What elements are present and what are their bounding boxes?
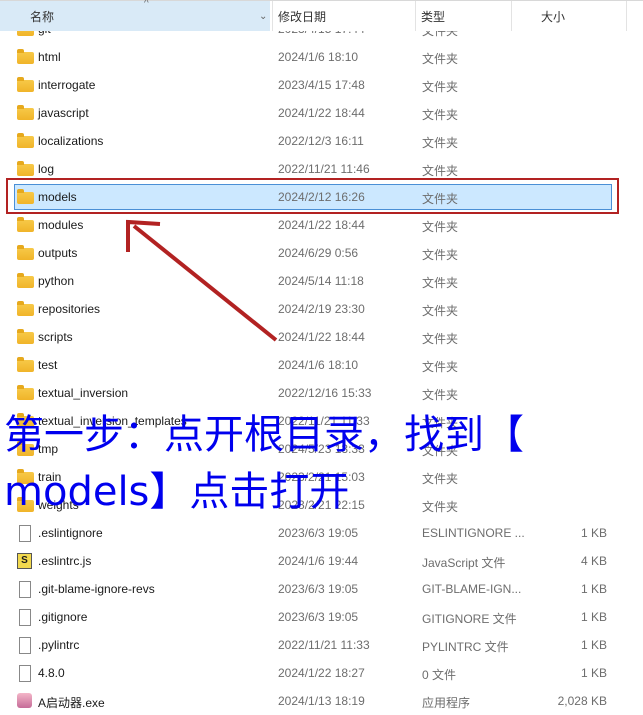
instruction-line-2: models】点击打开 bbox=[4, 469, 350, 515]
instruction-line-1: 第一步：点开根目录，找到【 bbox=[4, 412, 524, 458]
pointer-arrow-icon bbox=[126, 219, 278, 342]
